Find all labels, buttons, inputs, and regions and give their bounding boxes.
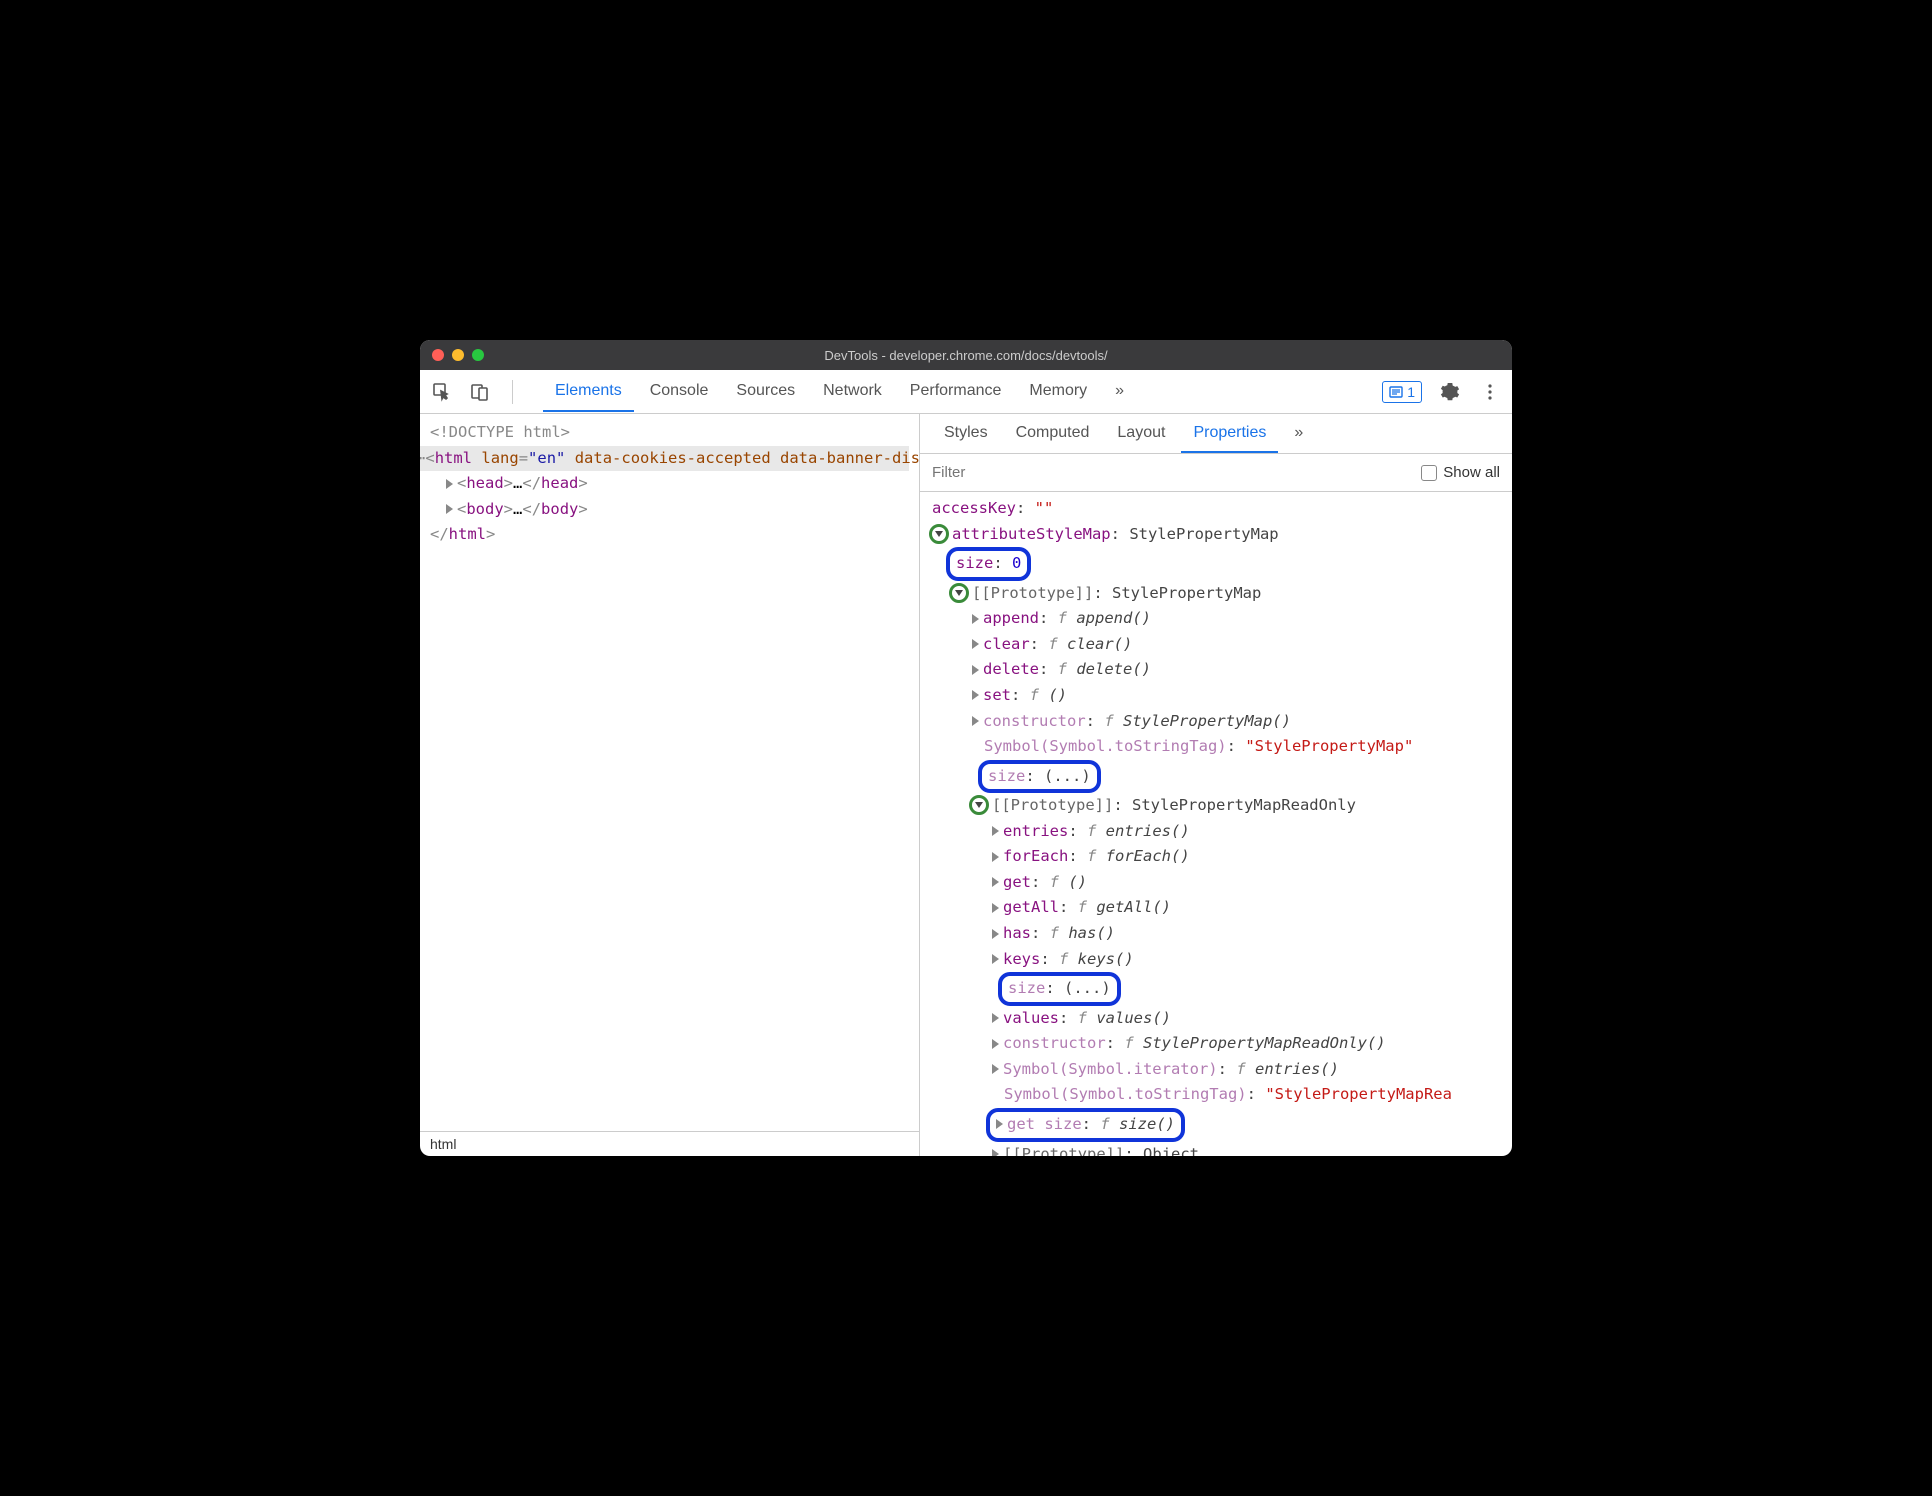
- prop-symbol-tag-2[interactable]: Symbol(Symbol.toStringTag): "StyleProper…: [932, 1082, 1500, 1108]
- prop-getall[interactable]: getAll: f getAll(): [932, 895, 1500, 921]
- filter-bar: Show all: [920, 454, 1512, 492]
- dom-head-element[interactable]: <head>…</head>: [430, 471, 909, 497]
- prop-size-dots-2[interactable]: size: (...): [932, 972, 1500, 1006]
- inspect-element-icon[interactable]: [430, 380, 454, 404]
- prop-values[interactable]: values: f values(): [932, 1006, 1500, 1032]
- prop-size-dots-1[interactable]: size: (...): [932, 760, 1500, 794]
- tab-console[interactable]: Console: [638, 372, 721, 412]
- side-tab-more[interactable]: »: [1282, 415, 1315, 453]
- show-all-checkbox[interactable]: Show all: [1421, 464, 1500, 481]
- prop-accesskey[interactable]: accessKey: "": [932, 496, 1500, 522]
- prop-has[interactable]: has: f has(): [932, 921, 1500, 947]
- minimize-window-button[interactable]: [452, 349, 464, 361]
- side-tab-layout[interactable]: Layout: [1105, 415, 1177, 453]
- side-tabs: Styles Computed Layout Properties »: [920, 414, 1512, 454]
- prop-prototype-3[interactable]: [[Prototype]]: Object: [932, 1142, 1500, 1157]
- prop-prototype-1[interactable]: [[Prototype]]: StylePropertyMap: [952, 581, 1500, 607]
- tab-network[interactable]: Network: [811, 372, 894, 412]
- settings-icon[interactable]: [1438, 380, 1462, 404]
- checkbox-icon[interactable]: [1421, 465, 1437, 481]
- tab-performance[interactable]: Performance: [898, 372, 1014, 412]
- prop-symbol-tag-1[interactable]: Symbol(Symbol.toStringTag): "StyleProper…: [932, 734, 1500, 760]
- prop-get-size[interactable]: get size: f size(): [932, 1108, 1500, 1142]
- device-toggle-icon[interactable]: [468, 380, 492, 404]
- prop-clear[interactable]: clear: f clear(): [932, 632, 1500, 658]
- kebab-menu-icon[interactable]: [1478, 380, 1502, 404]
- issues-icon: [1389, 385, 1403, 399]
- window-title: DevTools - developer.chrome.com/docs/dev…: [824, 348, 1107, 363]
- main-tabs: Elements Console Sources Network Perform…: [543, 372, 1136, 412]
- close-window-button[interactable]: [432, 349, 444, 361]
- elements-panel: <!DOCTYPE html> ⋯<html lang="en" data-co…: [420, 414, 920, 1156]
- tab-more[interactable]: »: [1103, 372, 1136, 412]
- dom-html-element[interactable]: ⋯<html lang="en" data-cookies-accepted d…: [420, 446, 909, 472]
- expand-down-icon[interactable]: [949, 583, 969, 603]
- issues-count: 1: [1407, 384, 1415, 400]
- prop-size-0[interactable]: size: 0: [932, 547, 1500, 581]
- prop-constructor-1[interactable]: constructor: f StylePropertyMap(): [932, 709, 1500, 735]
- properties-tree[interactable]: accessKey: "" attributeStyleMap: StylePr…: [920, 492, 1512, 1156]
- filter-input[interactable]: [932, 464, 1421, 481]
- toolbar-divider: [512, 380, 513, 404]
- side-tab-properties[interactable]: Properties: [1181, 415, 1278, 453]
- titlebar: DevTools - developer.chrome.com/docs/dev…: [420, 340, 1512, 370]
- expand-down-icon[interactable]: [929, 524, 949, 544]
- tab-memory[interactable]: Memory: [1017, 372, 1099, 412]
- content-area: <!DOCTYPE html> ⋯<html lang="en" data-co…: [420, 414, 1512, 1156]
- prop-foreach[interactable]: forEach: f forEach(): [932, 844, 1500, 870]
- prop-prototype-2[interactable]: [[Prototype]]: StylePropertyMapReadOnly: [972, 793, 1500, 819]
- prop-append[interactable]: append: f append(): [932, 606, 1500, 632]
- show-all-label: Show all: [1443, 464, 1500, 481]
- sidebar-panel: Styles Computed Layout Properties » Show…: [920, 414, 1512, 1156]
- dom-html-close[interactable]: </html>: [430, 522, 909, 548]
- tab-elements[interactable]: Elements: [543, 372, 634, 412]
- expand-icon[interactable]: [446, 479, 453, 489]
- side-tab-computed[interactable]: Computed: [1004, 415, 1102, 453]
- prop-delete[interactable]: delete: f delete(): [932, 657, 1500, 683]
- dom-body-element[interactable]: <body>…</body>: [430, 497, 909, 523]
- prop-constructor-2[interactable]: constructor: f StylePropertyMapReadOnly(…: [932, 1031, 1500, 1057]
- main-toolbar: Elements Console Sources Network Perform…: [420, 370, 1512, 414]
- tab-sources[interactable]: Sources: [724, 372, 807, 412]
- maximize-window-button[interactable]: [472, 349, 484, 361]
- breadcrumb[interactable]: html: [420, 1131, 919, 1156]
- window-controls: [432, 349, 484, 361]
- prop-keys[interactable]: keys: f keys(): [932, 947, 1500, 973]
- prop-entries[interactable]: entries: f entries(): [932, 819, 1500, 845]
- prop-get[interactable]: get: f (): [932, 870, 1500, 896]
- expand-icon[interactable]: [446, 504, 453, 514]
- dom-tree[interactable]: <!DOCTYPE html> ⋯<html lang="en" data-co…: [420, 414, 919, 1131]
- issues-badge[interactable]: 1: [1382, 381, 1422, 403]
- prop-symbol-iterator[interactable]: Symbol(Symbol.iterator): f entries(): [932, 1057, 1500, 1083]
- side-tab-styles[interactable]: Styles: [932, 415, 1000, 453]
- devtools-window: DevTools - developer.chrome.com/docs/dev…: [420, 340, 1512, 1156]
- dom-doctype[interactable]: <!DOCTYPE html>: [430, 420, 909, 446]
- prop-attributestylemap[interactable]: attributeStyleMap: StylePropertyMap: [932, 522, 1500, 548]
- prop-set[interactable]: set: f (): [932, 683, 1500, 709]
